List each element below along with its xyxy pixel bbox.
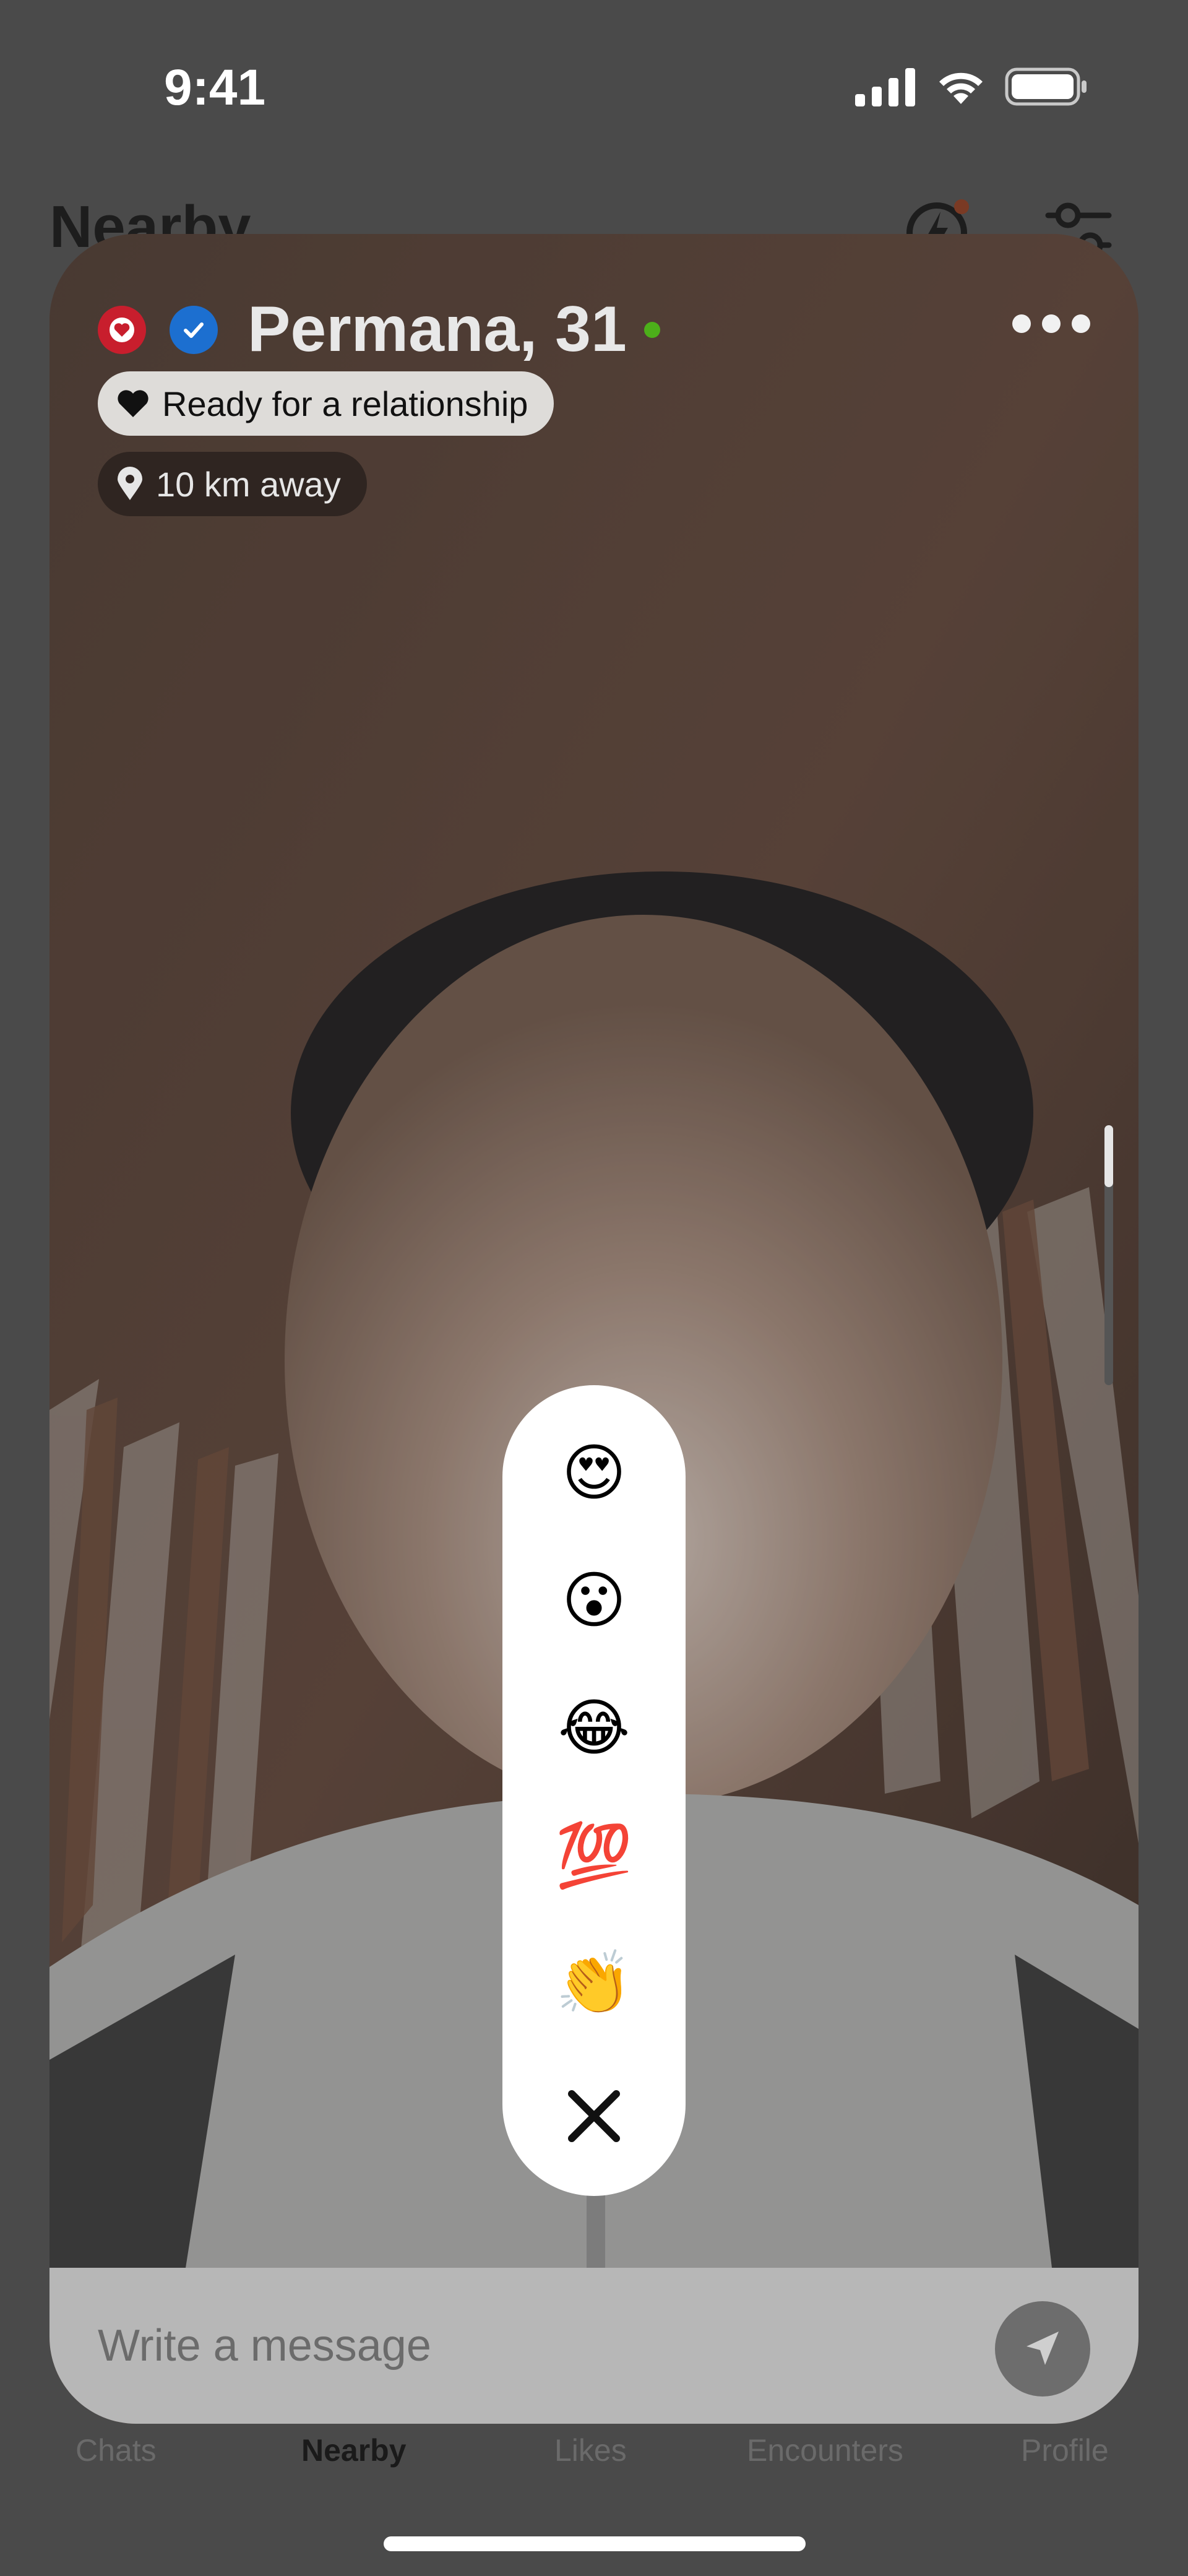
wifi-icon xyxy=(939,72,983,104)
close-reactions-button[interactable] xyxy=(557,2079,631,2153)
tab-chats[interactable]: Chats xyxy=(75,2432,157,2468)
location-pin-icon xyxy=(118,467,142,500)
tab-encounters[interactable]: Encounters xyxy=(747,2432,903,2468)
distance-badge: 10 km away xyxy=(98,452,367,516)
message-bar: Write a message xyxy=(50,2268,1138,2424)
profile-header: Permana, 31 xyxy=(98,293,660,366)
close-icon xyxy=(568,2090,620,2142)
message-input[interactable]: Write a message xyxy=(98,2268,431,2424)
status-time: 9:41 xyxy=(164,59,266,116)
reaction-picker: 😍 😮 😂 💯 👏 xyxy=(502,1385,686,2196)
profile-name-age: Permana, 31 xyxy=(248,293,627,365)
surprised-reaction-button[interactable]: 😮 xyxy=(557,1563,631,1638)
relationship-goal-text: Ready for a relationship xyxy=(162,384,528,423)
status-icons xyxy=(855,67,1089,106)
tab-nearby[interactable]: Nearby xyxy=(301,2432,407,2468)
laughing-reaction-button[interactable]: 😂 xyxy=(557,1691,631,1765)
photo-scroll-thumb[interactable] xyxy=(1104,1125,1113,1187)
relationship-goal-badge: Ready for a relationship xyxy=(98,371,554,436)
clapping-reaction-button[interactable]: 👏 xyxy=(556,1946,633,2020)
bottom-tab-bar: Chats Nearby Likes Encounters Profile xyxy=(0,2426,1188,2476)
online-status-indicator xyxy=(644,321,660,338)
verified-badge-icon xyxy=(170,305,218,354)
heart-icon xyxy=(118,390,148,417)
battery-icon xyxy=(1005,67,1087,106)
premium-badge-icon xyxy=(98,305,146,354)
hundred-reaction-button[interactable]: 💯 xyxy=(556,1818,633,1893)
send-message-button[interactable] xyxy=(995,2301,1090,2397)
more-options-icon[interactable] xyxy=(1012,314,1090,333)
home-indicator[interactable] xyxy=(384,2536,806,2551)
distance-text: 10 km away xyxy=(156,464,341,504)
cellular-signal-icon xyxy=(855,68,915,106)
send-icon xyxy=(1027,2332,1059,2365)
tab-likes[interactable]: Likes xyxy=(554,2432,627,2468)
tab-profile[interactable]: Profile xyxy=(1021,2432,1109,2468)
heart-eyes-reaction-button[interactable]: 😍 xyxy=(557,1436,631,1510)
